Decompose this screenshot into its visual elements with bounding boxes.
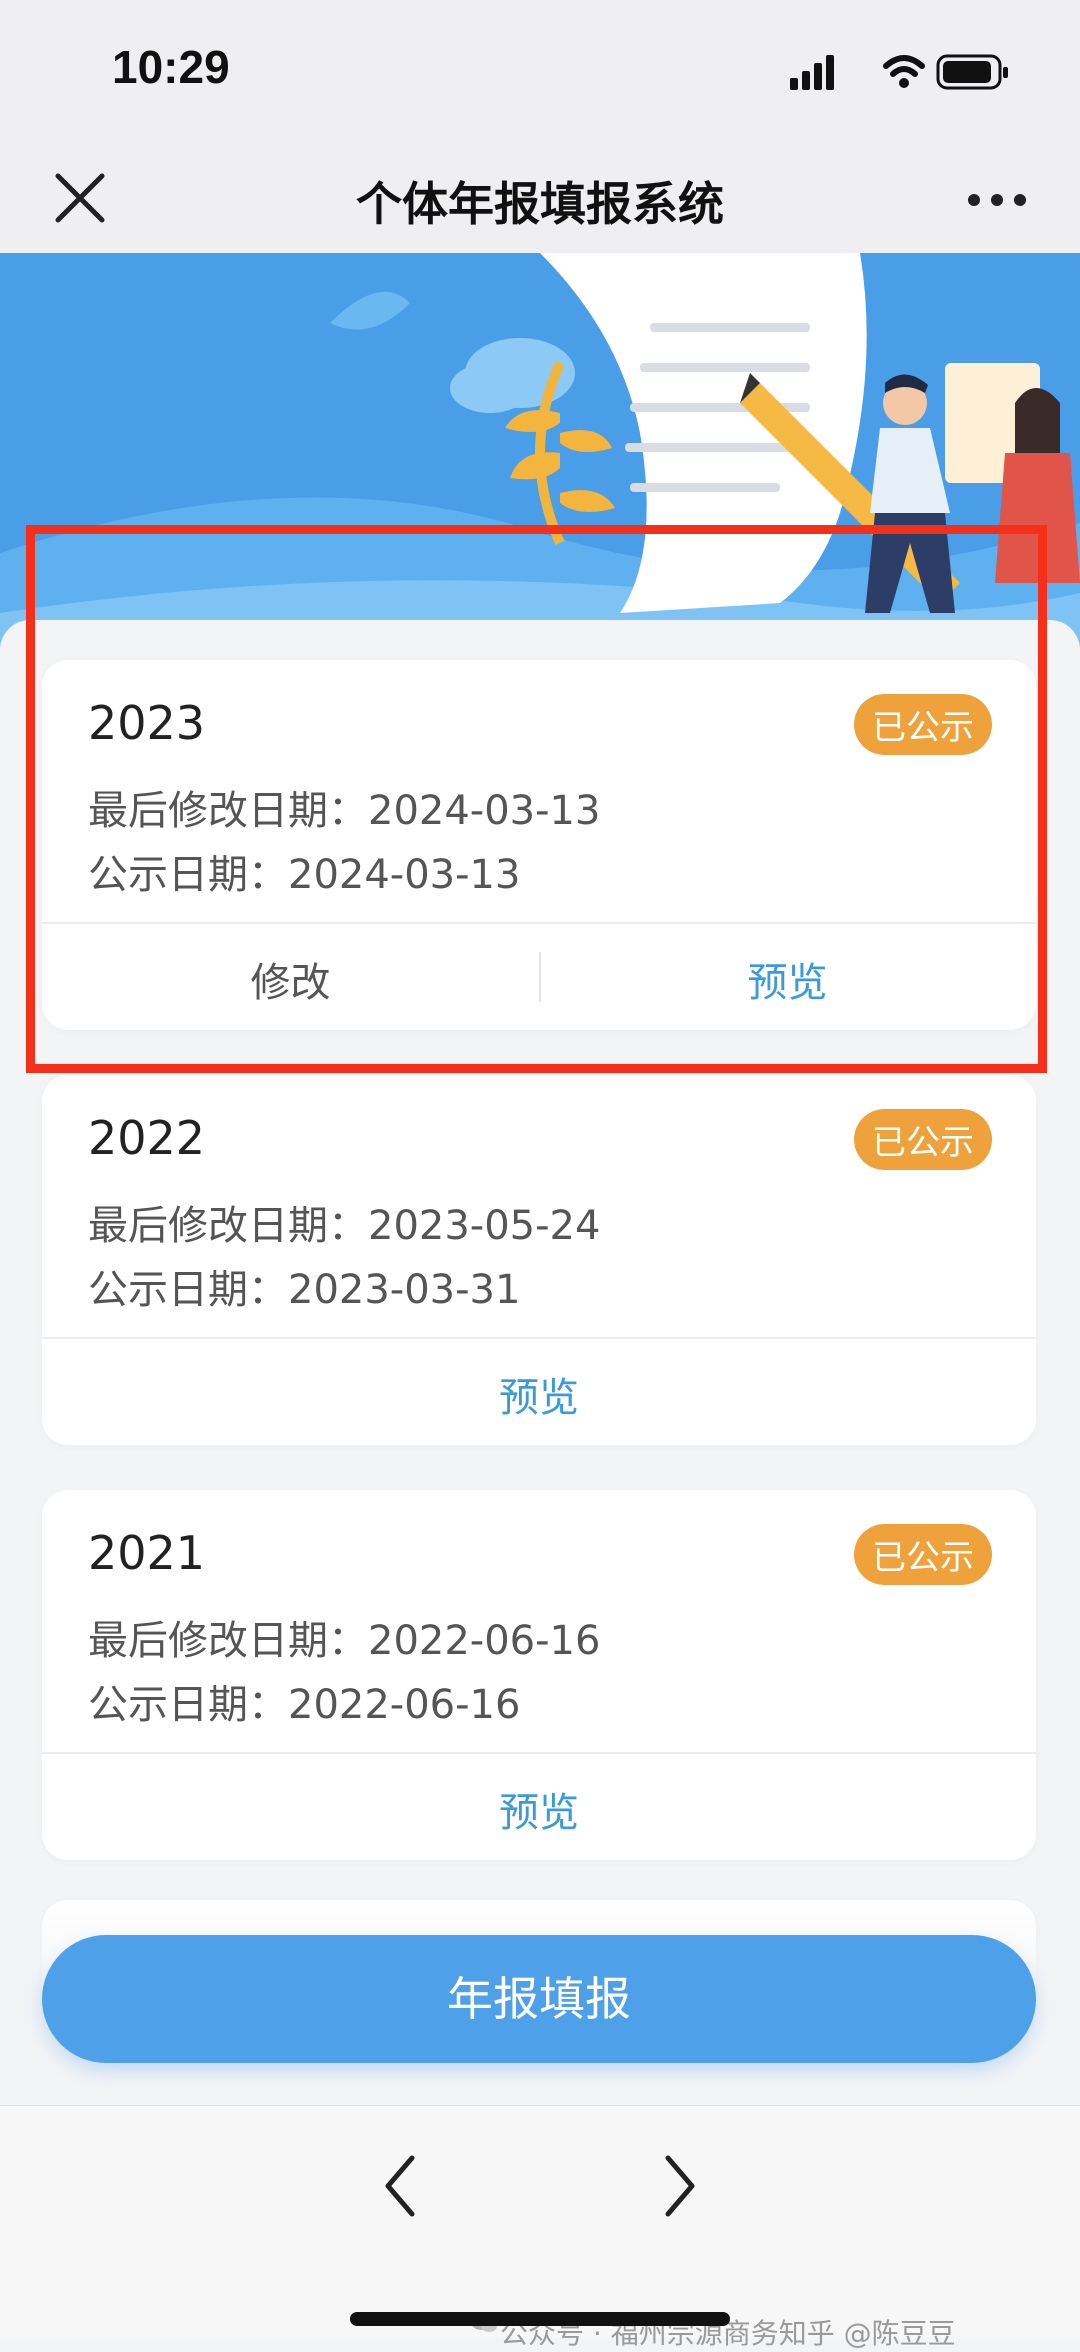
page-title: 个体年报填报系统 xyxy=(356,177,724,231)
card-year: 2022 xyxy=(88,1111,206,1165)
card-year: 2021 xyxy=(88,1526,206,1580)
publish-date: 公示日期：2022-06-16 xyxy=(88,1682,521,1728)
card-divider xyxy=(42,1752,1036,1754)
bottom-toolbar xyxy=(0,2105,1080,2338)
status-bar: 10:29 xyxy=(0,0,1080,150)
forward-arrow-icon[interactable] xyxy=(650,2146,710,2226)
wifi-icon xyxy=(883,55,925,88)
report-card-2022: 2022 已公示 最后修改日期：2023-05-24 公示日期：2023-03-… xyxy=(42,1075,1036,1445)
status-icons xyxy=(790,54,1008,90)
status-badge: 已公示 xyxy=(854,1109,992,1170)
battery-icon xyxy=(936,54,1008,90)
last-modified-date: 最后修改日期：2022-06-16 xyxy=(88,1618,601,1664)
highlight-box xyxy=(26,525,1047,1073)
preview-button[interactable]: 预览 xyxy=(42,1365,1036,1423)
status-badge: 已公示 xyxy=(854,1524,992,1585)
signal-icon xyxy=(790,55,834,90)
card-divider xyxy=(42,1337,1036,1339)
publish-date: 公示日期：2023-03-31 xyxy=(88,1267,521,1313)
nav-bar: 个体年报填报系统 xyxy=(0,150,1080,253)
status-time: 10:29 xyxy=(112,41,230,93)
more-icon[interactable] xyxy=(962,170,1032,230)
last-modified-date: 最后修改日期：2023-05-24 xyxy=(88,1203,601,1249)
preview-button[interactable]: 预览 xyxy=(42,1780,1036,1838)
home-indicator[interactable] xyxy=(350,2312,730,2326)
annual-report-button[interactable]: 年报填报 xyxy=(42,1935,1036,2063)
back-arrow-icon[interactable] xyxy=(370,2146,430,2226)
report-card-2021: 2021 已公示 最后修改日期：2022-06-16 公示日期：2022-06-… xyxy=(42,1490,1036,1860)
